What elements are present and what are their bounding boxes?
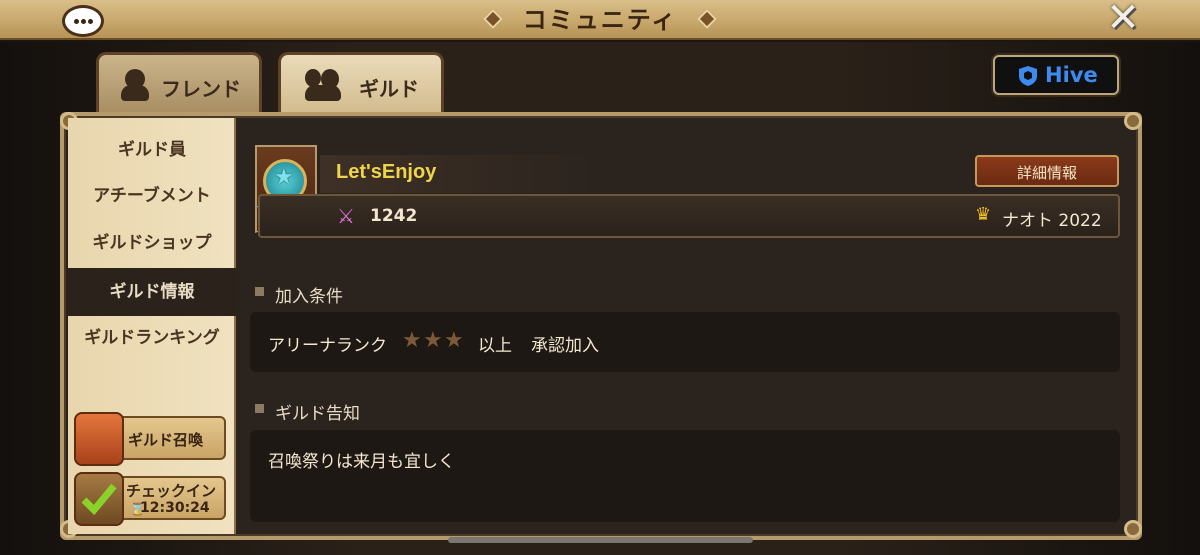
crossed-swords-icon: ⚔ [337,204,355,228]
checkin-label: チェックイン [126,482,217,500]
page-title: コミュニティ [522,6,678,34]
detail-info-button[interactable]: 詳細情報 [975,155,1119,187]
rank-suffix: 以上 [478,336,512,356]
rank-star-icon: ★ [444,328,464,353]
hive-label: Hive [1045,63,1098,87]
tab-guild[interactable]: ギルド [278,52,444,114]
guild-summon-label: ギルド召喚 [128,431,204,449]
sidebar-item-shop[interactable]: ギルドショップ [68,219,236,267]
friend-icon [121,69,149,101]
checkin-timer: 12:30:24 [140,500,210,516]
guild-members-icon [305,69,341,101]
hive-logo-icon [1019,66,1037,86]
tab-friend[interactable]: フレンド [96,52,262,114]
star-icon: ★ [274,165,294,190]
rank-star-icon: ★ [423,328,443,353]
arena-rank-label: アリーナランク [268,336,387,356]
requirements-title: 加入条件 [275,287,343,307]
detail-info-label: 詳細情報 [1016,164,1077,182]
tab-guild-label: ギルド [359,77,419,101]
sidebar-item-guild-info[interactable]: ギルド情報 [68,268,236,316]
sidebar-item-achievements[interactable]: アチーブメント [68,172,236,220]
notice-text: 召喚祭りは来月も宜しく [268,452,455,472]
hive-button[interactable]: Hive [993,55,1119,95]
section-bullet-icon [255,287,264,296]
sidebar-item-ranking[interactable]: ギルドランキング [68,314,236,362]
sidebar-item-members[interactable]: ギルド員 [68,126,236,174]
guild-summon-button[interactable]: ギルド召喚 [74,412,226,466]
home-indicator [448,537,753,543]
hourglass-icon: ⌛ [130,502,145,516]
frame-corner-icon [1124,112,1142,130]
section-bullet-icon [255,404,264,413]
guild-name: Let'sEnjoy [336,161,437,183]
checkin-button[interactable]: チェックイン ⌛ 12:30:24 [74,472,226,526]
checkin-check-icon [74,472,124,526]
frame-corner-icon [1124,520,1142,538]
guild-points: 1242 [370,206,418,226]
join-type: 承認加入 [531,336,599,356]
guild-leader: ナオト 2022 [1002,211,1102,231]
tab-friend-label: フレンド [161,77,241,101]
rank-star-icon: ★ [402,328,422,353]
close-icon[interactable]: ✕ [1102,0,1144,39]
notice-title: ギルド告知 [275,404,360,424]
notice-panel [250,430,1120,522]
summon-scroll-icon [74,412,124,466]
crown-icon: ♛ [975,204,992,225]
